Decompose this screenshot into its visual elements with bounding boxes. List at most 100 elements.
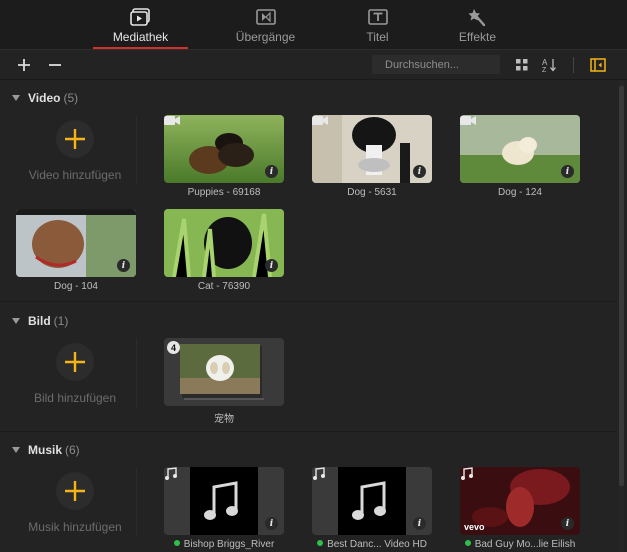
video-camera-icon [312,116,328,125]
media-library-panel: Mediathek Übergänge Titel Effekte A Z Du… [0,0,627,552]
section-count: (5) [63,91,79,105]
status-dot [464,540,471,546]
stack-count-badge: 4 [167,341,180,354]
search-input[interactable] [372,55,500,74]
info-icon[interactable]: i [265,165,278,178]
info-icon[interactable]: i [413,517,426,530]
svg-text:A: A [542,58,548,67]
video-camera-icon [460,116,476,125]
audio-thumbnail: i [312,467,432,535]
media-item-label: Dog - 124 [498,187,542,198]
video-thumbnail: i [16,209,136,277]
video-camera-icon [164,116,180,125]
grid-view-button[interactable] [512,55,532,75]
add-media-button[interactable] [14,55,34,75]
svg-text:Z: Z [542,67,547,73]
media-item-label: Dog - 104 [54,281,98,292]
section-divider-vertical [136,115,137,185]
tab-effekte[interactable]: Effekte [430,0,525,50]
plus-icon [65,481,85,501]
section-divider-vertical [136,467,137,537]
collapse-arrow-icon [12,95,20,101]
plus-icon [65,129,85,149]
vertical-scrollbar[interactable] [619,81,624,552]
active-tab-indicator [93,47,188,49]
video-thumbnail: i [312,115,432,183]
title-icon [367,6,389,28]
panel-toggle-icon [590,58,606,72]
toolbar-separator [573,57,574,73]
library-toolbar: AZ [0,50,627,80]
info-icon[interactable]: i [117,259,130,272]
media-item-label: Puppies - 69168 [187,187,261,198]
info-icon[interactable]: i [413,165,426,178]
add-video-button[interactable] [56,120,94,158]
sort-button[interactable]: AZ [540,55,560,75]
add-music-button[interactable] [56,472,94,510]
add-image-tile[interactable]: Bild hinzufügen [0,343,150,405]
section-header-video[interactable]: Video (5) [12,89,78,107]
media-item-video[interactable]: i Dog - 5631 [312,115,432,198]
info-icon[interactable]: i [561,165,574,178]
tab-label: Mediathek [112,30,169,44]
add-video-tile[interactable]: Video hinzufügen [0,120,150,182]
plus-icon [18,59,30,71]
music-note-icon [165,467,177,480]
audio-title: Bad Guy Mo...lie Eilish [474,539,576,550]
media-item-label: Dog - 5631 [347,187,397,198]
transitions-icon [255,6,277,28]
media-item-label: Cat - 76390 [197,281,251,292]
video-thumbnail: i [460,115,580,183]
vevo-watermark: vevo [464,522,485,532]
info-icon[interactable]: i [265,259,278,272]
media-item-image-folder[interactable]: 4 宠物 [164,338,284,425]
add-image-button[interactable] [56,343,94,381]
add-music-tile[interactable]: Musik hinzufügen [0,472,150,534]
media-item-video[interactable]: i Dog - 104 [16,209,136,292]
scrollbar-thumb[interactable] [619,86,624,486]
media-item-label: Bad Guy Mo...lie Eilish [460,539,580,550]
collapse-arrow-icon [12,447,20,453]
grid-view-icon [516,59,528,71]
tab-uebergaenge[interactable]: Übergänge [218,0,313,50]
media-library-icon [129,6,152,28]
audio-thumbnail: vevo i [460,467,580,535]
remove-media-button[interactable] [45,55,65,75]
add-image-label: Bild hinzufügen [33,391,117,405]
media-item-audio[interactable]: i Bishop Briggs_River [164,467,284,550]
section-separator [0,301,617,302]
music-note-icon [461,467,473,480]
video-thumbnail: i [164,209,284,277]
video-thumbnail: i [164,115,284,183]
media-item-video[interactable]: i Puppies - 69168 [164,115,284,198]
media-item-audio[interactable]: i Best Danc... Video HD [312,467,432,550]
tab-titel[interactable]: Titel [330,0,425,50]
media-item-video[interactable]: i Dog - 124 [460,115,580,198]
tab-mediathek[interactable]: Mediathek [93,0,188,50]
status-dot [173,540,180,546]
collapse-arrow-icon [12,318,20,324]
add-music-label: Musik hinzufügen [28,520,122,534]
media-item-label: 宠物 [214,414,234,425]
image-folder-thumbnail: 4 [164,338,284,406]
audio-title: Best Danc... Video HD [327,539,427,550]
section-separator [0,431,617,432]
info-icon[interactable]: i [561,517,574,530]
section-count: (6) [65,443,80,457]
section-header-bild[interactable]: Bild (1) [12,312,68,330]
effects-icon [467,6,489,28]
section-title: Video [28,91,61,105]
minus-icon [49,64,61,66]
plus-icon [65,352,85,372]
section-header-musik[interactable]: Musik (6) [12,441,80,459]
top-tab-bar: Mediathek Übergänge Titel Effekte [0,0,627,50]
media-item-audio[interactable]: vevo i Bad Guy Mo...lie Eilish [460,467,580,550]
info-icon[interactable]: i [265,517,278,530]
audio-title: Bishop Briggs_River [183,539,275,550]
tab-label: Effekte [458,30,497,44]
media-item-video[interactable]: i Cat - 76390 [164,209,284,292]
panel-toggle-button[interactable] [588,55,608,75]
sort-icon: AZ [542,58,556,73]
media-item-label: Best Danc... Video HD [312,539,432,550]
section-divider-vertical [136,338,137,408]
